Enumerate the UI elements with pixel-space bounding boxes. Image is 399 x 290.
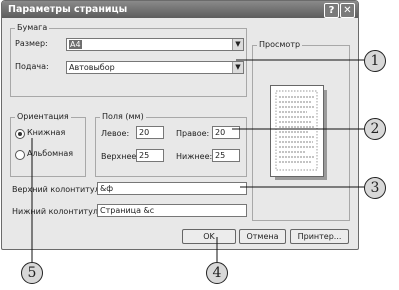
preview-page bbox=[270, 85, 324, 177]
callout-4: 4 bbox=[206, 262, 228, 284]
top-margin-input[interactable]: 25 bbox=[136, 149, 164, 162]
title-bar: Параметры страницы ? ✕ bbox=[2, 1, 358, 18]
margins-group: Поля (мм) Левое: 20 Правое: 20 Верхнее: … bbox=[95, 112, 247, 177]
callout-2: 2 bbox=[364, 118, 386, 140]
paper-group: Бумага Размер: A4 ▼ Подача: Автовыбор ▼ bbox=[10, 23, 247, 97]
left-margin-input[interactable]: 20 bbox=[136, 126, 164, 139]
page-setup-dialog: Параметры страницы ? ✕ Бумага Размер: A4… bbox=[1, 0, 359, 250]
radio-selected-dot bbox=[18, 132, 22, 136]
top-margin-label: Верхнее: bbox=[101, 152, 139, 161]
left-margin-label: Левое: bbox=[101, 129, 130, 138]
header-label: Верхний колонтитул: bbox=[12, 185, 103, 194]
chevron-down-icon[interactable]: ▼ bbox=[232, 62, 243, 73]
footer-input[interactable]: Страница &с bbox=[97, 204, 247, 217]
window-title: Параметры страницы bbox=[8, 4, 128, 15]
cancel-button[interactable]: Отмена bbox=[239, 229, 286, 244]
ok-button[interactable]: OK bbox=[182, 229, 236, 244]
callout-5: 5 bbox=[21, 262, 43, 284]
source-label: Подача: bbox=[15, 62, 49, 71]
paper-size-value: A4 bbox=[69, 40, 82, 49]
chevron-down-icon[interactable]: ▼ bbox=[232, 39, 243, 50]
orientation-group: Ориентация Книжная Альбомная bbox=[10, 112, 86, 177]
bottom-margin-input[interactable]: 25 bbox=[212, 149, 240, 162]
preview-text-lines bbox=[275, 90, 318, 171]
size-label: Размер: bbox=[15, 39, 48, 48]
paper-source-select[interactable]: Автовыбор ▼ bbox=[66, 61, 244, 74]
margins-group-label: Поля (мм) bbox=[100, 112, 146, 121]
right-margin-label: Правое: bbox=[176, 129, 210, 138]
paper-source-value: Автовыбор bbox=[69, 63, 115, 72]
header-input[interactable]: &ф bbox=[97, 182, 247, 195]
preview-group-label: Просмотр bbox=[257, 40, 303, 49]
paper-size-select[interactable]: A4 ▼ bbox=[66, 38, 244, 51]
landscape-radio[interactable] bbox=[15, 150, 25, 160]
paper-group-label: Бумага bbox=[15, 23, 50, 32]
preview-group: Просмотр bbox=[252, 40, 350, 221]
portrait-radio[interactable] bbox=[15, 129, 25, 139]
bottom-margin-label: Нижнее: bbox=[176, 152, 213, 161]
footer-label: Нижний колонтитул: bbox=[12, 207, 101, 216]
portrait-label[interactable]: Книжная bbox=[27, 128, 65, 137]
orientation-group-label: Ориентация bbox=[15, 112, 71, 121]
callout-1: 1 bbox=[364, 50, 386, 72]
callout-3: 3 bbox=[364, 177, 386, 199]
right-margin-input[interactable]: 20 bbox=[212, 126, 240, 139]
landscape-label[interactable]: Альбомная bbox=[27, 149, 73, 158]
close-icon[interactable]: ✕ bbox=[340, 3, 355, 18]
help-icon[interactable]: ? bbox=[324, 3, 339, 18]
printer-button[interactable]: Принтер... bbox=[290, 229, 349, 244]
